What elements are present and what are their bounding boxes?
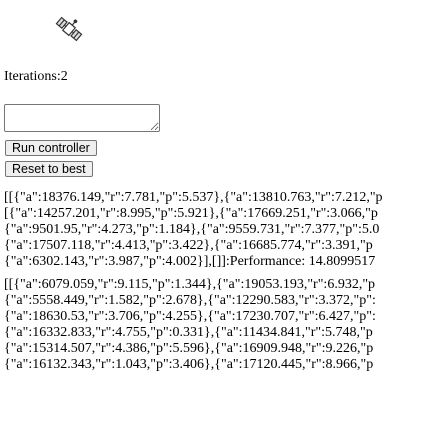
run-controller-button[interactable]: Run controller [5, 140, 97, 156]
output-line: {"a":17507.118,"r":4.413,"p":3.422},{"a"… [4, 238, 373, 253]
block-separator [4, 270, 431, 277]
output-line: [{"a":14257.201,"r":8.995,"p":5.921},{"a… [4, 206, 378, 221]
output-line: [[{"a":6079.059,"r":9.115,"p":1.344},{"a… [4, 277, 376, 292]
output-line: {"a":5558.449,"r":1.582,"p":2.678},{"a":… [4, 293, 376, 308]
reset-to-best-button[interactable]: Reset to best [5, 161, 93, 177]
output-line: {"a":15314.507,"r":4.386,"p":5.596},{"a"… [4, 341, 374, 356]
controller-input[interactable] [4, 104, 160, 132]
output-block-1: [[{"a":18376.149,"r":7.781,"p":5.537},{"… [4, 190, 431, 270]
output-line: {"a":18630.53,"r":3.706,"p":4.255},{"a":… [4, 309, 376, 324]
output-line: {"a":16132.343,"r":1.043,"p":3.406},{"a"… [4, 357, 374, 372]
output-line: {"a":9501.95,"r":4.273,"p":1.184},{"a":9… [4, 222, 380, 237]
output-log: [[{"a":18376.149,"r":7.781,"p":5.537},{"… [4, 190, 431, 373]
iterations-counter: Iterations:2 [4, 69, 68, 84]
output-line: [[{"a":18376.149,"r":7.781,"p":5.537},{"… [4, 190, 383, 205]
satellite-icon [54, 14, 84, 44]
output-block-2: [[{"a":6079.059,"r":9.115,"p":1.344},{"a… [4, 277, 431, 373]
output-line: {"a":16332.833,"r":4.755,"p":0.331},{"a"… [4, 325, 373, 340]
output-line: {"a":6302.143,"r":3.987,"p":4.002}],[]]:… [4, 254, 376, 269]
